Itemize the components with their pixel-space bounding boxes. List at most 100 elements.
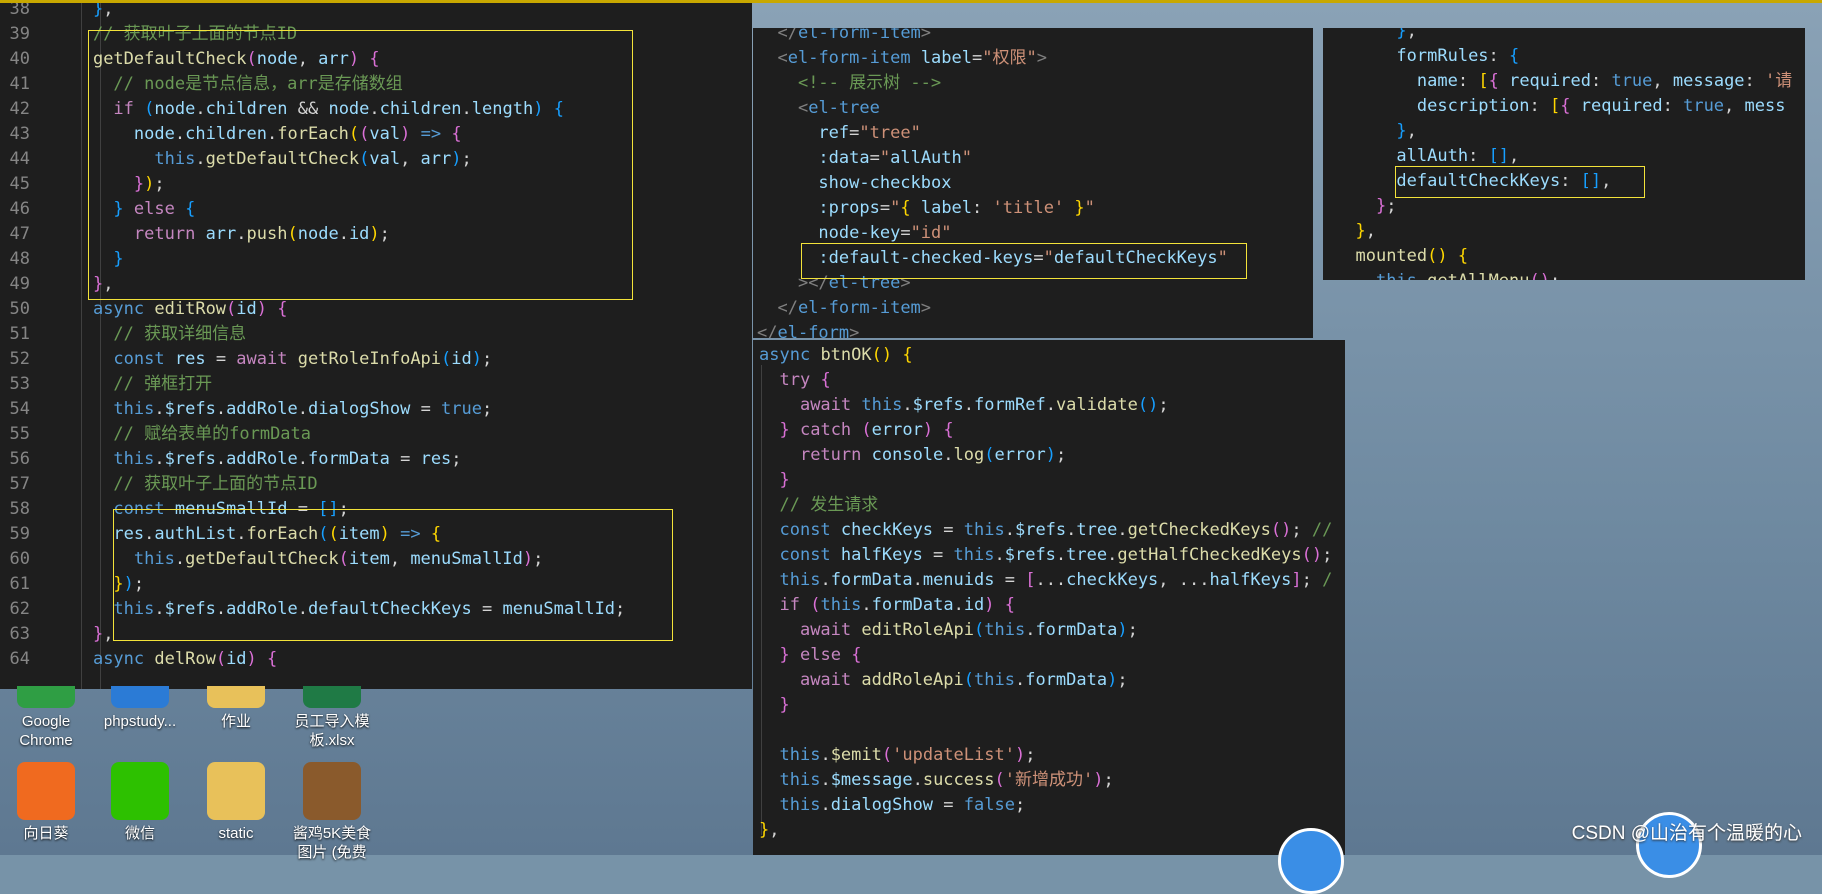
code-line: },	[759, 820, 780, 840]
code-line: // 获取叶子上面的节点ID	[113, 474, 318, 494]
code-line: this.formData.menuids = [...checkKeys, .…	[779, 570, 1333, 590]
code-line: // 赋给表单的formData	[113, 424, 312, 444]
desktop-icon[interactable]: 酱鸡5K美食图片 (免费	[292, 762, 372, 862]
code-line: });	[113, 574, 145, 594]
code-line: this.dialogShow = false;	[779, 795, 1026, 815]
code-line: async delRow(id) {	[92, 649, 278, 669]
code-line: </el-form-item>	[777, 298, 932, 318]
desktop-icon[interactable]: 向日葵	[6, 762, 86, 843]
desktop-icon[interactable]: 作业	[196, 686, 276, 731]
code-line: node.children.forEach((val) => {	[133, 124, 462, 144]
line-number: 45	[9, 174, 30, 194]
desktop-icon-label: static	[218, 825, 254, 842]
line-number: 44	[9, 149, 30, 169]
code-line: this.$emit('updateList');	[779, 745, 1036, 765]
code-line: this.$message.success('新增成功');	[779, 770, 1114, 790]
code-line: allAuth: [],	[1396, 146, 1520, 166]
code-line: async editRow(id) {	[92, 299, 288, 319]
code-line: },	[1396, 121, 1417, 141]
code-line: :data="allAuth"	[818, 148, 973, 168]
desktop-icon-label: 酱鸡5K美食图片 (免费	[292, 825, 372, 861]
code-line: await editRoleApi(this.formData);	[799, 620, 1138, 640]
code-line: this.$refs.addRole.defaultCheckKeys = me…	[113, 599, 626, 619]
sunflower-icon	[17, 762, 75, 820]
line-number: 58	[9, 499, 30, 519]
desktop-icon[interactable]: static	[196, 762, 276, 843]
code-line: },	[1396, 28, 1417, 41]
code-line: if (node.children && node.children.lengt…	[113, 99, 564, 119]
code-line: async btnOK() {	[759, 345, 913, 365]
code-line: description: [{ required: true, mess	[1416, 96, 1786, 116]
code-line: <el-form-item label="权限">	[777, 48, 1047, 68]
image-icon	[303, 762, 361, 820]
code-line: getDefaultCheck(node, arr) {	[92, 49, 380, 69]
code-line: show-checkbox	[818, 173, 952, 193]
code-line: } else {	[113, 199, 196, 219]
floating-circle-button[interactable]	[1278, 828, 1344, 894]
code-line: <el-tree	[797, 98, 880, 118]
code-line: </el-form-item>	[777, 28, 932, 43]
line-number: 46	[9, 199, 30, 219]
desktop-icon-label: phpstudy...	[103, 713, 177, 730]
line-number: 57	[9, 474, 30, 494]
phpstudy-icon	[111, 686, 169, 708]
code-line: });	[133, 174, 165, 194]
code-line: await this.$refs.formRef.validate();	[799, 395, 1169, 415]
line-number: 48	[9, 249, 30, 269]
folder-icon	[207, 686, 265, 708]
desktop-icon[interactable]: 员工导入模板.xlsx	[292, 686, 372, 750]
line-number: 54	[9, 399, 30, 419]
line-number: 64	[9, 649, 30, 669]
code-line: this.getDefaultCheck(val, arr);	[154, 149, 472, 169]
csdn-watermark: CSDN @山治有个温暖的心	[1571, 823, 1802, 844]
code-line: } else {	[779, 645, 862, 665]
code-line: };	[1375, 196, 1397, 216]
chrome-icon	[17, 686, 75, 708]
line-number: 40	[9, 49, 30, 69]
code-line: // 获取详细信息	[113, 324, 247, 344]
code-line: <!-- 展示树 -->	[797, 73, 942, 93]
code-line: }	[779, 470, 790, 490]
folder-icon	[207, 762, 265, 820]
code-line: res.authList.forEach((item) => {	[113, 524, 442, 544]
code-line: if (this.formData.id) {	[779, 595, 1016, 615]
code-line: await addRoleApi(this.formData);	[799, 670, 1128, 690]
code-line: },	[92, 624, 114, 644]
line-number: 62	[9, 599, 30, 619]
code-line: defaultCheckKeys: [],	[1396, 171, 1612, 191]
line-number: 50	[9, 299, 30, 319]
desktop-icon[interactable]: Google Chrome	[6, 686, 86, 750]
line-number: 59	[9, 524, 30, 544]
line-number: 42	[9, 99, 30, 119]
code-line: this.getDefaultCheck(item, menuSmallId);	[133, 549, 544, 569]
line-number: 49	[9, 274, 30, 294]
code-line: const res = await getRoleInfoApi(id);	[113, 349, 493, 369]
code-line: // node是节点信息，arr是存储数组	[113, 74, 403, 94]
excel-icon	[303, 686, 361, 708]
code-line: node-key="id"	[818, 223, 952, 243]
code-line: },	[92, 3, 114, 19]
code-line: name: [{ required: true, message: '请	[1416, 71, 1793, 91]
editor-panel-left[interactable]: 38 }, 39 // 获取叶子上面的节点ID 40 getDefaultCheck…	[0, 3, 752, 689]
code-line: :props="{ label: 'title' }"	[818, 198, 1095, 218]
code-line: </el-form>	[757, 323, 860, 338]
code-line: // 弹框打开	[113, 374, 213, 394]
code-line: ></el-tree>	[797, 273, 911, 293]
desktop-icon-label: 微信	[124, 825, 155, 842]
editor-panel-btnOK[interactable]: async btnOK() { try { await this.$refs.f…	[753, 340, 1345, 855]
code-line: const menuSmallId = [];	[113, 499, 349, 519]
desktop-icon-label: 向日葵	[23, 825, 69, 842]
desktop-icon[interactable]: 微信	[100, 762, 180, 843]
desktop-icon[interactable]: phpstudy...	[100, 686, 180, 731]
line-number: 47	[9, 224, 30, 244]
code-line: },	[92, 274, 114, 294]
line-number: 60	[9, 549, 30, 569]
editor-panel-data[interactable]: }, formRules: { name: [{ required: true,…	[1323, 28, 1805, 280]
editor-panel-template[interactable]: </el-form-item> <el-form-item label="权限"…	[753, 28, 1313, 338]
code-line: const checkKeys = this.$refs.tree.getChe…	[779, 520, 1333, 540]
code-line: // 发生请求	[779, 495, 879, 515]
line-number: 38	[9, 3, 30, 19]
code-line: this.$refs.addRole.dialogShow = true;	[113, 399, 493, 419]
code-line: ref="tree"	[818, 123, 921, 143]
line-number: 43	[9, 124, 30, 144]
